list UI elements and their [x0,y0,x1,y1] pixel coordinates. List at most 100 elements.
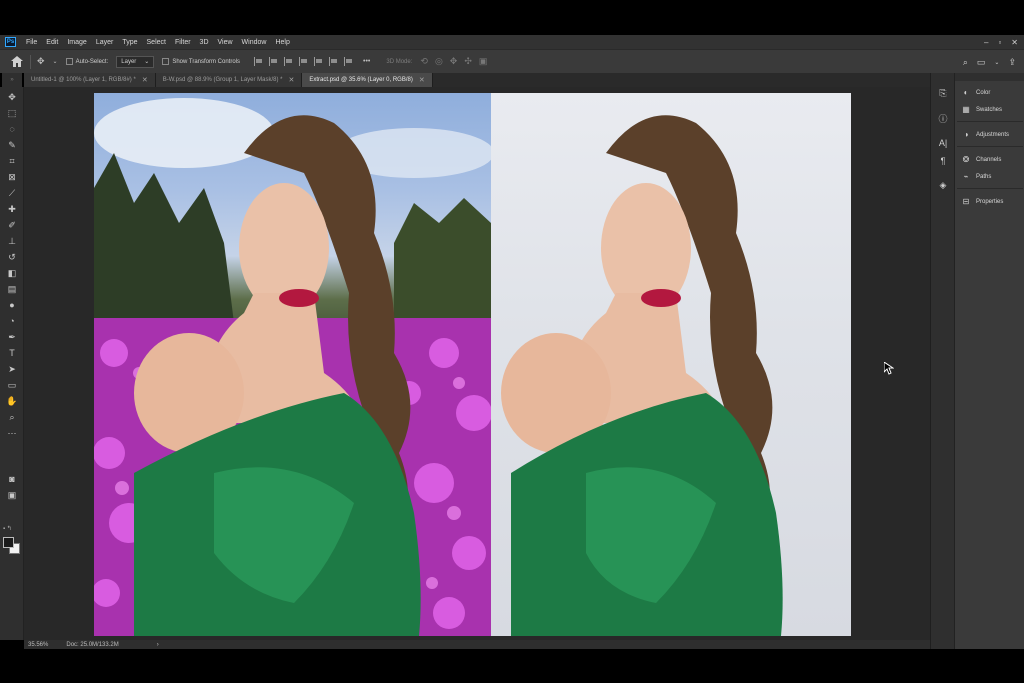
photoshop-logo-icon[interactable]: Ps [5,37,16,47]
quick-select-tool-icon[interactable]: ✎ [5,139,19,151]
close-icon[interactable]: ✕ [419,76,425,84]
blur-tool-icon[interactable]: ● [5,299,19,311]
dodge-tool-icon[interactable]: ◔ [5,315,19,327]
panel-color[interactable]: ◐ Color [961,87,991,99]
menu-3d[interactable]: 3D [200,39,209,46]
status-menu-arrow[interactable]: › [157,642,159,648]
document-canvas[interactable] [94,93,851,636]
distribute-icon[interactable] [344,57,353,66]
panel-paths[interactable]: ⌁ Paths [961,171,992,183]
show-transform-label: Show Transform Controls [172,58,241,65]
menu-edit[interactable]: Edit [46,39,58,46]
chevron-down-icon[interactable]: ⌄ [53,58,58,65]
marquee-tool-icon[interactable]: ⬚ [5,107,19,119]
close-window-icon[interactable]: ✕ [1011,38,1018,47]
eyedropper-tool-icon[interactable]: ⟋ [5,187,19,199]
3d-pan-icon[interactable]: ✥ [450,56,458,67]
menu-view[interactable]: View [218,39,233,46]
swap-colors-icon[interactable]: ▪ ↰ [3,525,21,533]
foreground-color-swatch[interactable] [3,537,14,548]
path-selection-tool-icon[interactable]: ➤ [5,363,19,375]
tab-extract[interactable]: Extract.psd @ 35.6% (Layer 0, RGB/8) ✕ [302,73,433,87]
home-icon[interactable] [10,55,24,69]
tab-b-w[interactable]: B-W.psd @ 88.9% (Group 1, Layer Mask/8) … [155,73,303,87]
panel-divider [957,188,1023,189]
layers-icon[interactable]: ◈ [937,179,949,191]
menu-help[interactable]: Help [275,39,289,46]
minimize-icon[interactable]: – [984,38,988,47]
auto-select-checkbox[interactable] [65,58,73,65]
frame-tool-icon[interactable]: ⊠ [5,171,19,183]
screen-mode-icon[interactable]: ▣ [5,489,19,501]
type-tool-icon[interactable]: T [5,347,19,359]
panel-adjustments[interactable]: ◑ Adjustments [961,129,1009,141]
menu-filter[interactable]: Filter [175,39,191,46]
3d-slide-icon[interactable]: ✣ [464,56,472,67]
align-left-icon[interactable] [254,57,263,66]
crop-tool-icon[interactable]: ⌗ [5,155,19,167]
zoom-tool-icon[interactable]: ⌕ [5,411,19,423]
align-bottom-icon[interactable] [329,57,338,66]
zoom-level[interactable]: 35.56% [28,642,48,648]
character-icon[interactable]: A| [937,137,949,149]
history-brush-tool-icon[interactable]: ↺ [5,251,19,263]
rectangle-tool-icon[interactable]: ▭ [5,379,19,391]
pen-tool-icon[interactable]: ✒ [5,331,19,343]
more-options-icon[interactable]: ••• [363,58,370,65]
menu-type[interactable]: Type [122,39,137,46]
workspace-icon[interactable]: ▭ [977,57,986,68]
eraser-tool-icon[interactable]: ◧ [5,267,19,279]
tab-label: Untitled-1 @ 100% (Layer 1, RGB/8#) * [31,77,136,83]
gradient-tool-icon[interactable]: ▤ [5,283,19,295]
show-transform-checkbox[interactable] [162,58,170,65]
3d-scale-icon[interactable]: ▣ [479,56,488,67]
close-icon[interactable]: ✕ [289,76,295,84]
menu-select[interactable]: Select [147,39,166,46]
channels-icon: ❂ [962,155,970,164]
menu-image[interactable]: Image [67,39,86,46]
quick-mask-icon[interactable]: ◙ [5,473,19,485]
share-icon[interactable]: ⇪ [1008,57,1016,68]
clone-stamp-tool-icon[interactable]: ⊥ [5,235,19,247]
panel-properties[interactable]: ⊟ Properties [961,196,1004,208]
chevron-down-icon[interactable]: ⌄ [994,59,999,66]
mouse-cursor-icon [884,362,894,375]
menu-file[interactable]: File [26,39,37,46]
panel-column: ◐ Color ▦ Swatches ◑ Adjustments ❂ Chann… [954,73,1024,649]
align-top-icon[interactable] [299,57,308,66]
chevron-down-icon: ⌄ [144,59,150,65]
align-right-icon[interactable] [284,57,293,66]
menu-layer[interactable]: Layer [96,39,114,46]
menu-bar: Ps File Edit Image Layer Type Select Fil… [0,35,1024,49]
brush-tool-icon[interactable]: ✐ [5,219,19,231]
panel-swatches[interactable]: ▦ Swatches [961,104,1002,116]
search-icon[interactable]: ⌕ [963,57,968,68]
tab-untitled-1[interactable]: Untitled-1 @ 100% (Layer 1, RGB/8#) * ✕ [24,73,156,87]
3d-roll-icon[interactable]: ◎ [435,56,443,67]
history-icon[interactable]: ⎘ [937,87,949,99]
original-photo [94,93,491,636]
panel-channels[interactable]: ❂ Channels [961,154,1002,166]
hand-tool-icon[interactable]: ✋ [5,395,19,407]
document-workspace[interactable] [24,87,930,640]
auto-select-dropdown[interactable]: Layer ⌄ [116,55,155,68]
window-controls: – ▫ ✕ [984,35,1018,49]
3d-mode-label: 3D Mode: [386,58,413,65]
auto-select-value: Layer [121,58,137,65]
3d-orbit-icon[interactable]: ⟲ [420,56,428,67]
healing-brush-tool-icon[interactable]: ✚ [5,203,19,215]
doc-size: Doc: 25.0M/133.2M [66,641,119,648]
edit-toolbar-icon[interactable]: ⋯ [5,427,19,439]
panel-grip[interactable] [955,73,1024,81]
toolbar-grip[interactable]: » [2,73,22,87]
menu-window[interactable]: Window [242,39,267,46]
restore-icon[interactable]: ▫ [998,38,1001,47]
paragraph-icon[interactable]: ¶ [937,155,949,167]
move-tool-icon[interactable]: ✥ [37,56,45,67]
close-icon[interactable]: ✕ [142,76,148,84]
move-tool-icon[interactable]: ✥ [5,91,19,103]
align-middle-icon[interactable] [314,57,323,66]
lasso-tool-icon[interactable]: ◌ [5,123,19,135]
info-icon[interactable]: ⓘ [937,113,949,125]
align-center-icon[interactable] [269,57,278,66]
